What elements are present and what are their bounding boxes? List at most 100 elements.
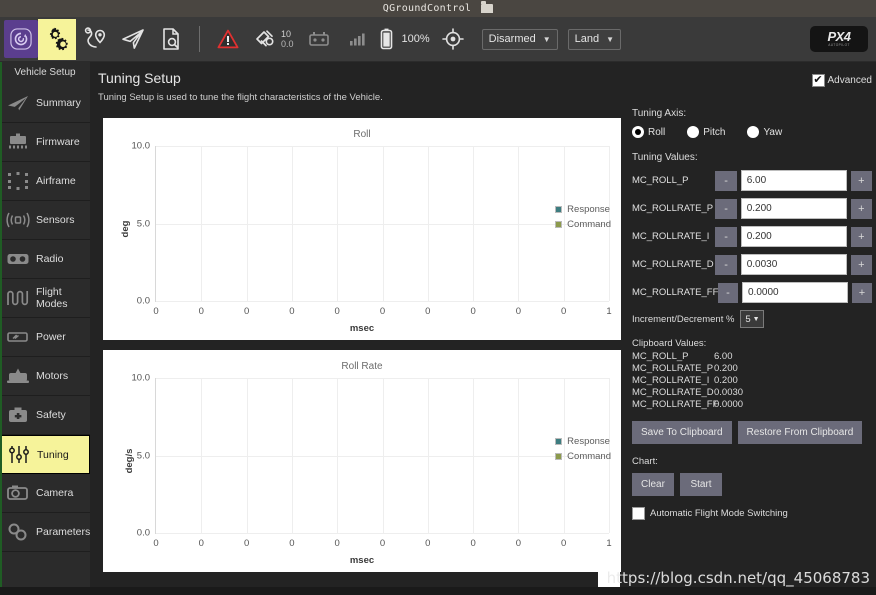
sidebar-item-tuning[interactable]: Tuning: [0, 435, 90, 474]
gridline-vertical: [291, 146, 293, 301]
rc-transmitter-icon[interactable]: [300, 19, 338, 60]
plot-area[interactable]: 0.0 5.0 10.0 0 0 0 0 0 0 0 0 0 0 1: [132, 141, 612, 318]
increment-button[interactable]: +: [850, 254, 873, 275]
sidebar-item-camera[interactable]: Camera: [0, 474, 90, 513]
x-axis-tick-label: 0: [425, 538, 431, 549]
safety-icon: [6, 404, 30, 426]
radio-pitch[interactable]: Pitch: [687, 126, 725, 138]
chevron-down-icon: ▼: [752, 315, 760, 323]
start-chart-button[interactable]: Start: [680, 473, 722, 496]
gridline-vertical: [473, 146, 475, 301]
fly-view-icon[interactable]: [114, 19, 152, 60]
auto-flight-mode-switch-row[interactable]: Automatic Flight Mode Switching: [632, 507, 872, 520]
radio-roll[interactable]: Roll: [632, 126, 665, 138]
increment-button[interactable]: +: [852, 282, 872, 303]
satellite-count: 10: [281, 29, 292, 39]
roll-rate-chart[interactable]: Roll Rate deg/s msec 0.0 5.0 10.0 0 0 0 0 0 0 0 0 0…: [103, 350, 621, 572]
increment-button[interactable]: +: [850, 226, 873, 247]
qgc-logo-glyph: [10, 28, 32, 50]
increment-button[interactable]: +: [850, 198, 873, 219]
x-axis-tick-label: 0: [289, 306, 295, 317]
param-value-input[interactable]: [740, 198, 847, 219]
clipboard-param-value: 0.0030: [714, 387, 744, 398]
x-axis-tick-label: 0: [515, 306, 522, 317]
clipboard-row: MC_ROLLRATE_D 0.0030: [632, 387, 872, 399]
analyze-log-icon[interactable]: [152, 19, 190, 60]
radio-yaw[interactable]: Yaw: [747, 126, 782, 138]
armed-state-dropdown[interactable]: Disarmed ▼: [481, 28, 558, 50]
tuning-axis-radiogroup: Roll Pitch Yaw: [632, 126, 872, 138]
clipboard-param-value: 6.00: [714, 351, 733, 362]
sidebar-item-parameters[interactable]: Parameters: [0, 513, 90, 552]
y-axis-tick-label: 10.0: [131, 140, 151, 152]
legend-label: Command: [567, 219, 611, 230]
param-name: MC_ROLL_P: [632, 175, 689, 186]
vehicle-setup-gears-icon[interactable]: [38, 18, 76, 60]
sidebar-item-safety[interactable]: Safety: [0, 396, 90, 435]
chart-title: Roll Rate: [341, 361, 383, 372]
warning-triangle-icon[interactable]: [209, 19, 247, 60]
decrement-button[interactable]: -: [715, 198, 737, 219]
increment-percent-dropdown[interactable]: 5 ▼: [740, 310, 765, 328]
decrement-button[interactable]: -: [718, 282, 738, 303]
sidebar-item-firmware[interactable]: Firmware: [0, 123, 90, 162]
roll-chart[interactable]: Roll deg msec 0.0 5.0 10.0 0 0 0 0 0 0 0 0 0 0 1 Resp…: [103, 118, 621, 340]
auto-flight-mode-switch-checkbox[interactable]: [632, 507, 645, 520]
folder-icon: [481, 1, 494, 13]
gridline-horizontal: [156, 301, 609, 302]
document-search-glyph: [163, 28, 179, 50]
param-value-input[interactable]: [740, 170, 847, 191]
advanced-toggle[interactable]: ✔ Advanced: [811, 74, 872, 87]
sidebar-item-radio[interactable]: Radio: [0, 240, 90, 279]
sidebar-item-power[interactable]: Power: [0, 318, 90, 357]
plot-area[interactable]: 0.0 5.0 10.0 0 0 0 0 0 0 0 0 0 0 1: [132, 373, 612, 550]
gps-crosshair-icon[interactable]: [434, 19, 472, 60]
sidebar-item-airframe[interactable]: Airframe: [0, 162, 90, 201]
signal-bars-icon[interactable]: [338, 19, 376, 60]
qgc-app-icon[interactable]: [4, 20, 38, 58]
gears-glyph: [49, 27, 68, 51]
window-title: QGroundControl: [382, 3, 472, 14]
decrement-button[interactable]: -: [715, 254, 737, 275]
waypoints-glyph: [84, 27, 106, 48]
restore-from-clipboard-button[interactable]: Restore From Clipboard: [737, 421, 863, 444]
flight-mode-value: Land: [574, 33, 600, 45]
sidebar-item-sensors[interactable]: Sensors: [0, 201, 90, 240]
param-value-input[interactable]: [740, 226, 847, 247]
decrement-button[interactable]: -: [715, 226, 737, 247]
px4-tagline: AUTOPILOT: [828, 43, 850, 47]
flight-mode-dropdown[interactable]: Land ▼: [567, 28, 622, 50]
increment-button[interactable]: +: [850, 170, 873, 191]
camera-icon: [6, 482, 30, 504]
sidebar-item-label: Flight Modes: [36, 286, 68, 310]
legend-swatch-command: [555, 221, 563, 228]
page-subtitle: Tuning Setup is used to tune the flight …: [98, 92, 383, 103]
param-value-input[interactable]: [742, 282, 848, 303]
gridline-vertical: [246, 378, 248, 533]
plan-waypoints-icon[interactable]: [76, 19, 114, 60]
clipboard-param-name: MC_ROLLRATE_P: [632, 363, 714, 374]
clear-chart-button[interactable]: Clear: [632, 473, 674, 496]
chart-ylabel: deg: [119, 220, 131, 238]
radio-dot-pitch: [687, 126, 700, 138]
clipboard-row: MC_ROLL_P 6.00: [632, 351, 872, 363]
clipboard-row: MC_ROLLRATE_I 0.200: [632, 375, 872, 387]
sidebar-item-summary[interactable]: Summary: [0, 84, 90, 123]
save-to-clipboard-button[interactable]: Save To Clipboard: [632, 421, 732, 444]
advanced-checkbox[interactable]: ✔: [811, 74, 825, 87]
param-value-input[interactable]: [740, 254, 847, 275]
x-axis-tick-label: 0: [289, 538, 295, 549]
x-axis-tick-label: 0: [198, 538, 204, 549]
satellite-status[interactable]: 10 0.0: [255, 28, 294, 50]
decrement-button[interactable]: -: [715, 170, 737, 191]
sidebar-item-flight-modes[interactable]: Flight Modes: [0, 279, 90, 318]
satellite-hdop: 0.0: [281, 39, 294, 49]
chart-section-label: Chart:: [632, 456, 658, 467]
legend-label: Response: [567, 436, 610, 447]
battery-icon[interactable]: [376, 19, 398, 60]
paper-plane-glyph: [122, 29, 144, 49]
radio-label: Yaw: [763, 126, 783, 138]
sidebar-item-motors[interactable]: Motors: [0, 357, 90, 396]
toolbar-divider: [199, 26, 200, 52]
vehicle-setup-sidebar: Vehicle Setup Summary Firmware Airframe …: [0, 62, 90, 595]
